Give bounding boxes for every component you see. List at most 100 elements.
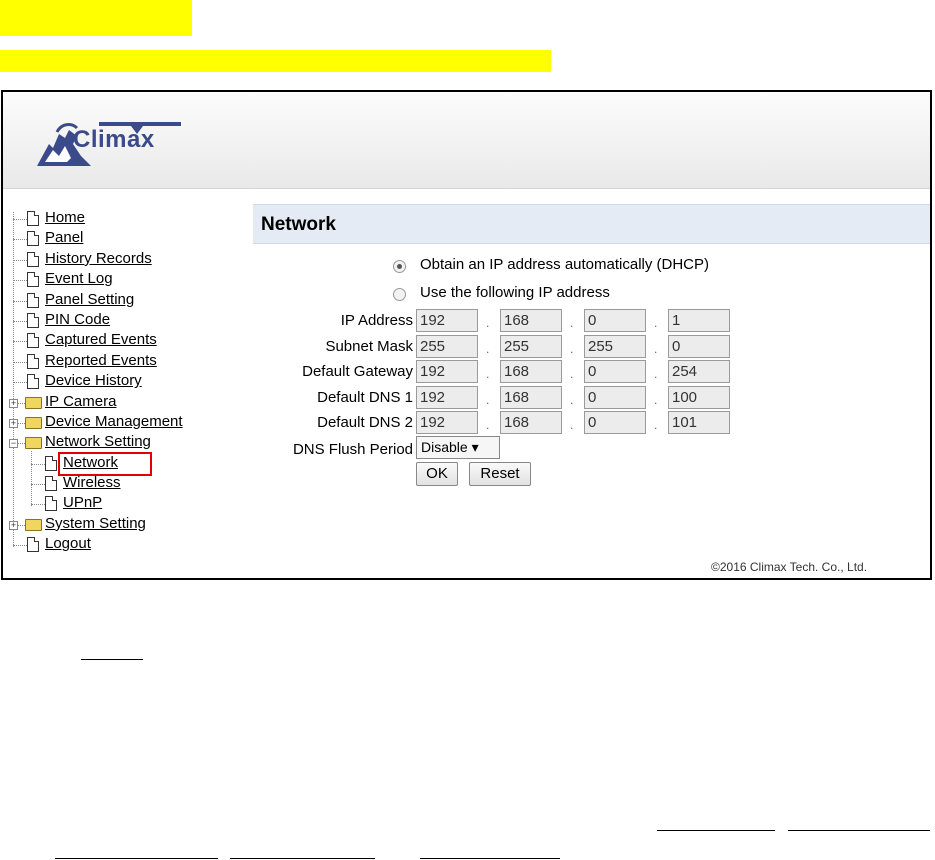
sidebar-item-captured-events[interactable]: Captured Events	[9, 330, 234, 350]
sidebar-item-logout[interactable]: Logout	[9, 534, 234, 554]
collapse-icon[interactable]: −	[9, 439, 18, 449]
sidebar-item-history-records[interactable]: History Records	[9, 249, 234, 269]
tree-connector	[13, 280, 27, 282]
sidebar-item-label: System Setting	[45, 514, 146, 532]
static-ip-label: Use the following IP address	[420, 284, 610, 301]
octet-separator: .	[486, 367, 490, 381]
highlight-bar-top	[0, 0, 192, 36]
octet-input[interactable]: 101	[668, 411, 730, 434]
expand-icon[interactable]: +	[9, 520, 18, 530]
octet-separator: .	[486, 392, 490, 407]
document-icon	[27, 292, 39, 308]
tree-connector	[31, 463, 45, 465]
copyright-text: ©2016 Climax Tech. Co., Ltd.	[711, 560, 868, 574]
sidebar-item-upnp[interactable]: UPnP	[9, 493, 234, 513]
octet-input[interactable]: 192	[416, 385, 478, 409]
tree-connector	[13, 219, 27, 220]
sidebar-item-label: Event Log	[45, 270, 113, 288]
sidebar-item-label: Logout	[45, 535, 91, 553]
sidebar-item-label: Panel	[45, 229, 84, 247]
sidebar-item-pin-code[interactable]: PIN Code	[9, 310, 234, 330]
octet-separator: .	[570, 367, 574, 381]
sidebar-item-panel-setting[interactable]: Panel Setting	[9, 290, 234, 310]
octet-input[interactable]: 0	[584, 309, 646, 332]
tree-connector	[13, 361, 27, 363]
field-label: Default DNS 2	[317, 414, 413, 431]
page-header: Climax	[3, 92, 930, 189]
sidebar-tree-menu: Home Panel History Records Event Log Panel S…	[9, 208, 234, 555]
octet-separator: .	[654, 367, 658, 381]
folder-icon	[25, 396, 42, 409]
tree-connector	[13, 382, 27, 384]
sidebar-item-label: UPnP	[63, 494, 103, 512]
octet-input[interactable]: 254	[668, 360, 730, 383]
octet-input[interactable]: 192	[416, 309, 478, 332]
dns-flush-select[interactable]: Disable ▾	[416, 436, 500, 459]
octet-input[interactable]: 168	[500, 309, 562, 332]
dns-flush-row: DNS Flush Period	[253, 438, 753, 462]
ok-button[interactable]: OK	[416, 462, 458, 486]
sidebar-item-label: History Records	[45, 249, 152, 267]
octet-separator: .	[570, 316, 574, 330]
underline-mark	[657, 830, 775, 831]
sidebar-item-wireless[interactable]: Wireless	[9, 473, 234, 493]
logo-text: Climax	[73, 126, 155, 153]
sidebar-item-panel[interactable]: Panel	[9, 228, 234, 248]
octet-input[interactable]: 168	[500, 385, 562, 409]
document-icon	[45, 476, 57, 492]
dns-flush-label: DNS Flush Period	[292, 441, 413, 458]
octet-input[interactable]: 192	[416, 360, 478, 383]
document-icon	[27, 251, 39, 267]
sidebar-item-reported-events[interactable]: Reported Events	[9, 351, 234, 371]
sidebar-item-device-management[interactable]: + Device Management	[9, 412, 234, 432]
folder-open-icon	[25, 437, 42, 450]
folder-icon	[25, 416, 42, 429]
document-icon	[27, 211, 39, 226]
sidebar-item-system-setting[interactable]: + System Setting	[9, 514, 234, 534]
page-title: Network	[261, 214, 336, 235]
sidebar-item-network[interactable]: Network	[9, 451, 234, 476]
document-icon	[45, 496, 57, 512]
static-ip-radio[interactable]	[393, 288, 406, 301]
sidebar-item-label: Home	[45, 209, 86, 226]
octet-input[interactable]: 0	[584, 360, 646, 383]
octet-separator: .	[654, 341, 658, 356]
expand-icon[interactable]: +	[9, 398, 18, 408]
expand-icon[interactable]: +	[9, 418, 18, 428]
octet-input[interactable]: 255	[584, 334, 646, 358]
reset-button[interactable]: Reset	[469, 462, 531, 486]
document-icon	[45, 455, 57, 471]
octet-input[interactable]: 168	[500, 411, 562, 434]
highlight-bar-second	[0, 50, 551, 72]
underline-mark	[55, 858, 218, 859]
octet-separator: .	[570, 418, 574, 432]
field-label: Subnet Mask	[325, 337, 413, 355]
tree-connector	[13, 341, 27, 343]
tree-connector	[31, 504, 45, 506]
sidebar-item-label: Network Setting	[45, 433, 151, 451]
tree-connector	[13, 545, 27, 547]
octet-input[interactable]: 0	[584, 411, 646, 434]
octet-input[interactable]: 0	[584, 385, 646, 409]
tree-connector	[13, 259, 27, 261]
octet-separator: .	[570, 392, 574, 407]
sidebar-item-ip-camera[interactable]: + IP Camera	[9, 392, 234, 412]
octet-input[interactable]: 0	[668, 334, 730, 358]
field-label: IP Address	[340, 312, 413, 329]
octet-input[interactable]: 100	[668, 385, 730, 409]
octet-input[interactable]: 1	[668, 309, 730, 332]
octet-input[interactable]: 192	[416, 411, 478, 434]
sidebar-item-home[interactable]: Home	[9, 208, 234, 228]
underline-mark	[81, 659, 143, 660]
sidebar-item-label: PIN Code	[45, 310, 111, 328]
sidebar-item-event-log[interactable]: Event Log	[9, 269, 234, 289]
octet-input[interactable]: 255	[416, 334, 478, 358]
sidebar-item-device-history[interactable]: Device History	[9, 371, 234, 391]
sidebar-item-label: Wireless	[63, 474, 121, 492]
octet-input[interactable]: 168	[500, 360, 562, 383]
sidebar-item-network-setting[interactable]: − Network Setting	[9, 432, 234, 452]
octet-input[interactable]: 255	[500, 334, 562, 358]
document-icon	[27, 537, 39, 553]
dhcp-radio[interactable]	[393, 260, 406, 273]
sidebar-item-label: Reported Events	[45, 351, 157, 369]
